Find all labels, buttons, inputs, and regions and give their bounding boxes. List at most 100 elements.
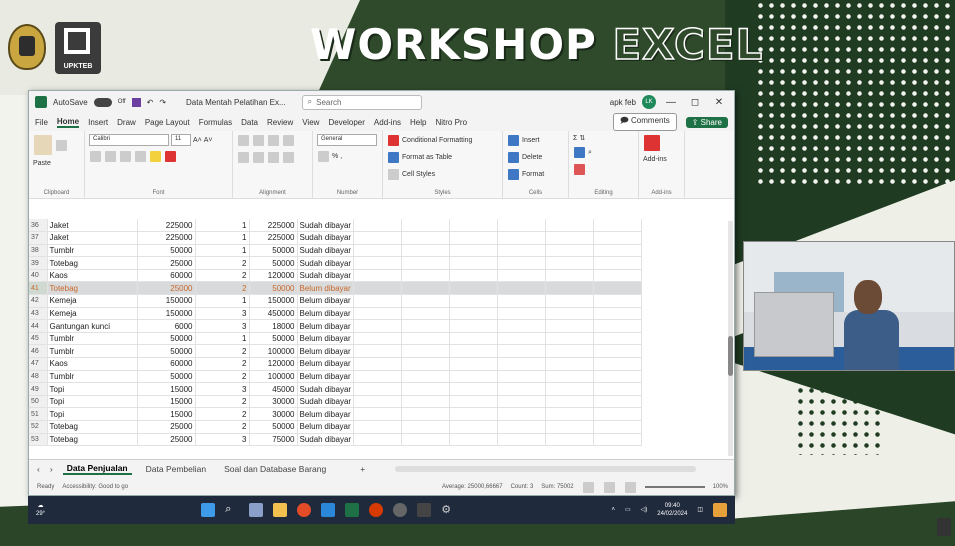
- sort-filter-icon[interactable]: ⇅: [579, 134, 585, 142]
- menu-home[interactable]: Home: [56, 117, 80, 128]
- bold-icon[interactable]: [90, 151, 101, 162]
- cell-price[interactable]: 225000: [137, 231, 196, 245]
- cell-empty[interactable]: [497, 307, 547, 321]
- cell-qty[interactable]: 2: [195, 395, 250, 409]
- menu-help[interactable]: Help: [410, 118, 426, 127]
- app-icon[interactable]: [369, 503, 384, 517]
- table-row[interactable]: 36 Jaket 225000 1 225000 Sudah dibayar: [29, 219, 643, 233]
- menu-draw[interactable]: Draw: [117, 118, 136, 127]
- cell-empty[interactable]: [497, 420, 547, 434]
- find-icon[interactable]: ⌕: [588, 149, 592, 157]
- spreadsheet-grid[interactable]: 36 Jaket 225000 1 225000 Sudah dibayar 37 Jaket…: [29, 219, 734, 459]
- currency-icon[interactable]: [318, 151, 329, 162]
- cell-empty[interactable]: [401, 269, 451, 283]
- tab-data-pembelian[interactable]: Data Pembelian: [142, 464, 210, 474]
- cell-empty[interactable]: [497, 344, 547, 359]
- cell-empty[interactable]: [593, 219, 643, 233]
- cell-empty[interactable]: [449, 219, 499, 233]
- cell-price[interactable]: 50000: [137, 344, 196, 359]
- cell-empty[interactable]: [449, 395, 499, 409]
- cell-status[interactable]: Sudah dibayar: [297, 231, 355, 245]
- table-row[interactable]: 51 Topi 15000 2 30000 Belum dibayar: [29, 407, 643, 421]
- cell-total[interactable]: 50000: [249, 332, 298, 346]
- cell-status[interactable]: Sudah dibayar: [297, 244, 355, 258]
- cell-empty[interactable]: [353, 269, 403, 283]
- cell-empty[interactable]: [497, 294, 547, 308]
- cell-empty[interactable]: [593, 370, 643, 384]
- cell-empty[interactable]: [401, 433, 451, 447]
- row-number[interactable]: 42: [29, 294, 48, 308]
- cell-total[interactable]: 225000: [249, 231, 298, 245]
- italic-icon[interactable]: [105, 151, 116, 162]
- cell-qty[interactable]: 3: [195, 307, 250, 321]
- cell-empty[interactable]: [449, 244, 499, 258]
- vertical-scrollbar[interactable]: [728, 221, 733, 456]
- cell-empty[interactable]: [545, 433, 595, 447]
- cell-empty[interactable]: [545, 307, 595, 321]
- cell-price[interactable]: 60000: [137, 357, 196, 371]
- cell-total[interactable]: 50000: [249, 244, 298, 258]
- cell-empty[interactable]: [593, 420, 643, 434]
- cell-price[interactable]: 15000: [137, 382, 196, 396]
- settings-icon[interactable]: ⚙: [441, 503, 455, 517]
- cell-total[interactable]: 150000: [249, 294, 298, 308]
- volume-icon[interactable]: ◁): [641, 506, 648, 514]
- row-number[interactable]: 50: [29, 395, 48, 409]
- cell-empty[interactable]: [401, 219, 451, 233]
- menu-nitro-pro[interactable]: Nitro Pro: [435, 118, 467, 127]
- row-number[interactable]: 53: [29, 433, 48, 447]
- cell-qty[interactable]: 2: [195, 357, 250, 371]
- cell-empty[interactable]: [353, 256, 403, 270]
- cell-empty[interactable]: [545, 219, 595, 233]
- undo-icon[interactable]: ↶: [147, 98, 154, 107]
- menu-review[interactable]: Review: [267, 118, 293, 127]
- row-number[interactable]: 52: [29, 420, 48, 434]
- cell-empty[interactable]: [449, 269, 499, 283]
- cell-price[interactable]: 6000: [137, 319, 196, 333]
- cell-total[interactable]: 30000: [249, 407, 298, 421]
- cell-item[interactable]: Kemeja: [47, 307, 138, 321]
- cell-item[interactable]: Kemeja: [47, 294, 138, 308]
- zoom-level[interactable]: 100%: [713, 484, 728, 490]
- cell-qty[interactable]: 3: [195, 382, 250, 396]
- cut-icon[interactable]: [56, 139, 67, 151]
- align-left-icon[interactable]: [238, 152, 249, 163]
- weather-widget[interactable]: ☁ 29°: [36, 502, 45, 518]
- cell-item[interactable]: Tumblr: [47, 332, 138, 346]
- cell-empty[interactable]: [449, 382, 499, 396]
- normal-view-icon[interactable]: [582, 481, 594, 493]
- app2-icon[interactable]: [417, 503, 432, 517]
- menu-add-ins[interactable]: Add-ins: [374, 118, 401, 127]
- cell-status[interactable]: Belum dibayar: [297, 294, 355, 308]
- cell-empty[interactable]: [497, 219, 547, 233]
- tab-data-penjualan[interactable]: Data Penjualan: [62, 463, 132, 475]
- cell-empty[interactable]: [497, 281, 547, 296]
- cell-empty[interactable]: [593, 319, 643, 333]
- redo-icon[interactable]: ↷: [159, 98, 166, 107]
- cell-empty[interactable]: [401, 294, 451, 308]
- cell-empty[interactable]: [449, 344, 499, 359]
- cell-total[interactable]: 225000: [249, 219, 298, 233]
- share-button[interactable]: ⇪ Share: [685, 116, 728, 128]
- delete-cells-button[interactable]: Delete: [522, 154, 542, 161]
- row-number[interactable]: 36: [29, 219, 48, 233]
- row-number[interactable]: 48: [29, 370, 48, 384]
- cell-empty[interactable]: [401, 395, 451, 409]
- cell-qty[interactable]: 2: [195, 281, 250, 296]
- border-icon[interactable]: [135, 151, 146, 162]
- cell-empty[interactable]: [401, 319, 451, 333]
- cell-empty[interactable]: [353, 357, 403, 371]
- cell-item[interactable]: Topi: [47, 395, 138, 409]
- row-number[interactable]: 46: [29, 344, 48, 359]
- cell-qty[interactable]: 3: [195, 433, 250, 447]
- cell-price[interactable]: 225000: [137, 219, 196, 233]
- cell-item[interactable]: Kaos: [47, 357, 138, 371]
- cell-empty[interactable]: [497, 332, 547, 346]
- cell-status[interactable]: Belum dibayar: [297, 307, 355, 321]
- menu-page-layout[interactable]: Page Layout: [145, 118, 190, 127]
- cell-item[interactable]: Jaket: [47, 231, 138, 245]
- cell-item[interactable]: Kaos: [47, 269, 138, 283]
- cell-price[interactable]: 50000: [137, 370, 196, 384]
- insert-cells-button[interactable]: Insert: [522, 137, 540, 144]
- cell-empty[interactable]: [449, 319, 499, 333]
